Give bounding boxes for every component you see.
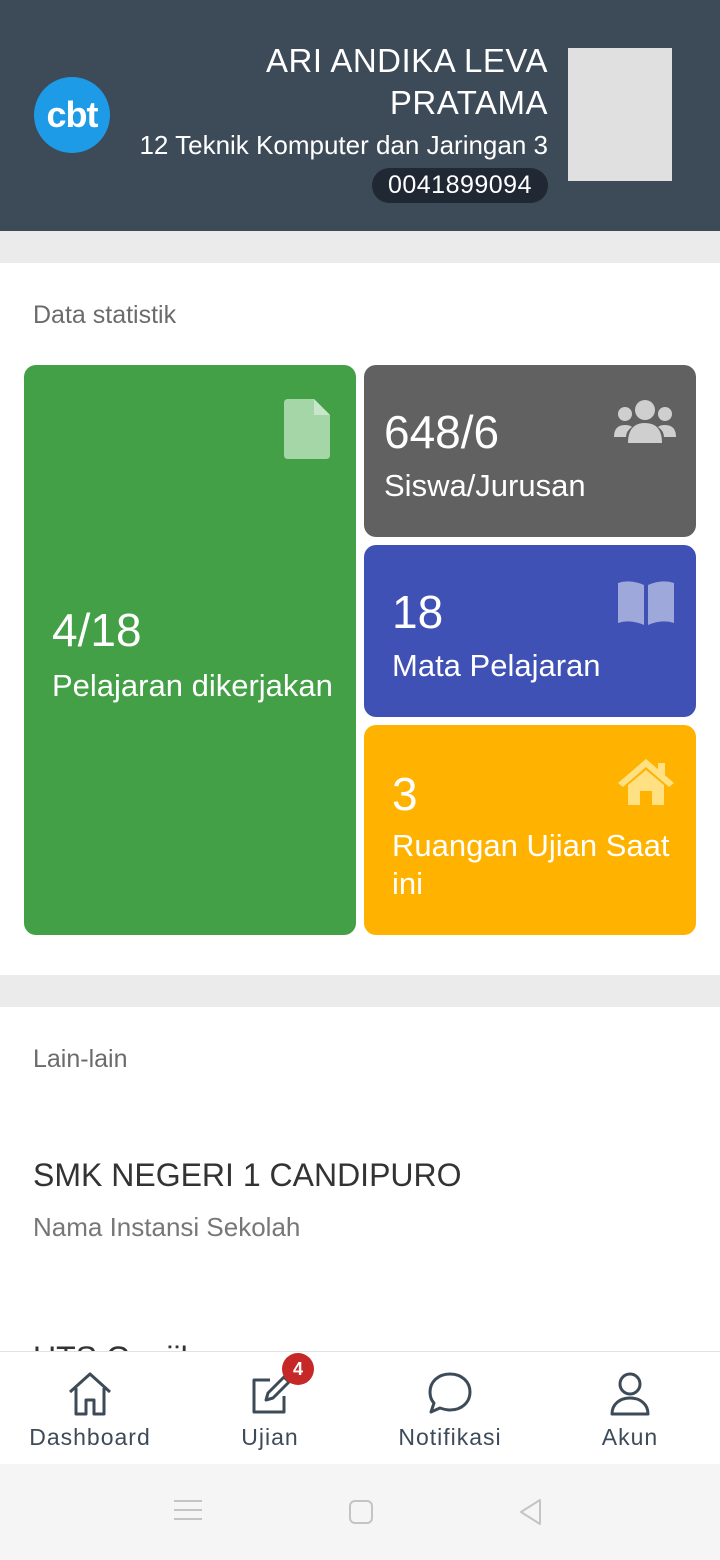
tile-lessons-done[interactable]: 4/18 Pelajaran dikerjakan: [24, 365, 356, 935]
tile-value: 3: [392, 768, 418, 820]
book-icon: [618, 581, 674, 625]
tile-exam-rooms[interactable]: 3 Ruangan Ujian Saat ini: [364, 725, 696, 935]
nav-notifikasi[interactable]: Notifikasi: [360, 1352, 540, 1465]
student-photo: [568, 48, 672, 181]
tile-label: Pelajaran dikerjakan: [52, 668, 333, 703]
nav-ujian[interactable]: Ujian: [180, 1352, 360, 1465]
tile-label: Ruangan Ujian Saat ini: [392, 828, 670, 901]
tile-subjects[interactable]: 18 Mata Pelajaran: [364, 545, 696, 717]
nav-label: Notifikasi: [398, 1424, 502, 1450]
user-icon: [610, 1372, 650, 1416]
nav-label: Akun: [601, 1424, 659, 1450]
other-title: Lain-lain: [33, 1045, 128, 1073]
home-icon: [68, 1372, 112, 1416]
back-icon[interactable]: [518, 1498, 544, 1526]
system-navigation-bar: [0, 1464, 720, 1560]
tile-label: Siswa/Jurusan: [384, 468, 586, 503]
document-icon: [284, 399, 330, 459]
statistics-card: Data statistik 4/18 Pelajaran dikerjakan…: [0, 263, 720, 975]
menu-icon[interactable]: [174, 1498, 202, 1522]
tile-value: 18: [392, 586, 444, 638]
tile-label: Mata Pelajaran: [392, 648, 601, 683]
users-icon: [614, 400, 676, 443]
school-name-caption: Nama Instansi Sekolah: [33, 1212, 301, 1242]
student-nis-badge: 0041899094: [371, 168, 548, 203]
student-class: 12 Teknik Komputer dan Jaringan 3: [139, 130, 548, 160]
home-button-icon[interactable]: [348, 1499, 374, 1525]
profile-header: cbt ARI ANDIKA LEVA PRATAMA 12 Teknik Ko…: [0, 0, 720, 231]
tile-value: 4/18: [52, 604, 142, 656]
nav-label: Ujian: [241, 1424, 299, 1450]
home-icon: [618, 759, 674, 805]
statistics-title: Data statistik: [33, 301, 177, 329]
nav-akun[interactable]: Akun: [540, 1352, 720, 1465]
nav-label: Dashboard: [29, 1424, 151, 1450]
chat-icon: [428, 1372, 472, 1414]
tile-students-major[interactable]: 648/6 Siswa/Jurusan: [364, 365, 696, 537]
student-profile: ARI ANDIKA LEVA PRATAMA 12 Teknik Komput…: [88, 40, 548, 203]
student-name-line2: PRATAMA: [389, 84, 548, 121]
bottom-navigation: Dashboard Ujian Notifikasi Akun: [0, 1351, 720, 1465]
other-info-card: Lain-lain SMK NEGERI 1 CANDIPURO Nama In…: [0, 1007, 720, 1367]
student-name-line1: ARI ANDIKA LEVA: [265, 42, 548, 79]
school-name: SMK NEGERI 1 CANDIPURO: [33, 1157, 462, 1193]
tile-value: 648/6: [384, 406, 500, 458]
ujian-count-badge: 4: [282, 1353, 314, 1385]
nav-dashboard[interactable]: Dashboard: [0, 1352, 180, 1465]
